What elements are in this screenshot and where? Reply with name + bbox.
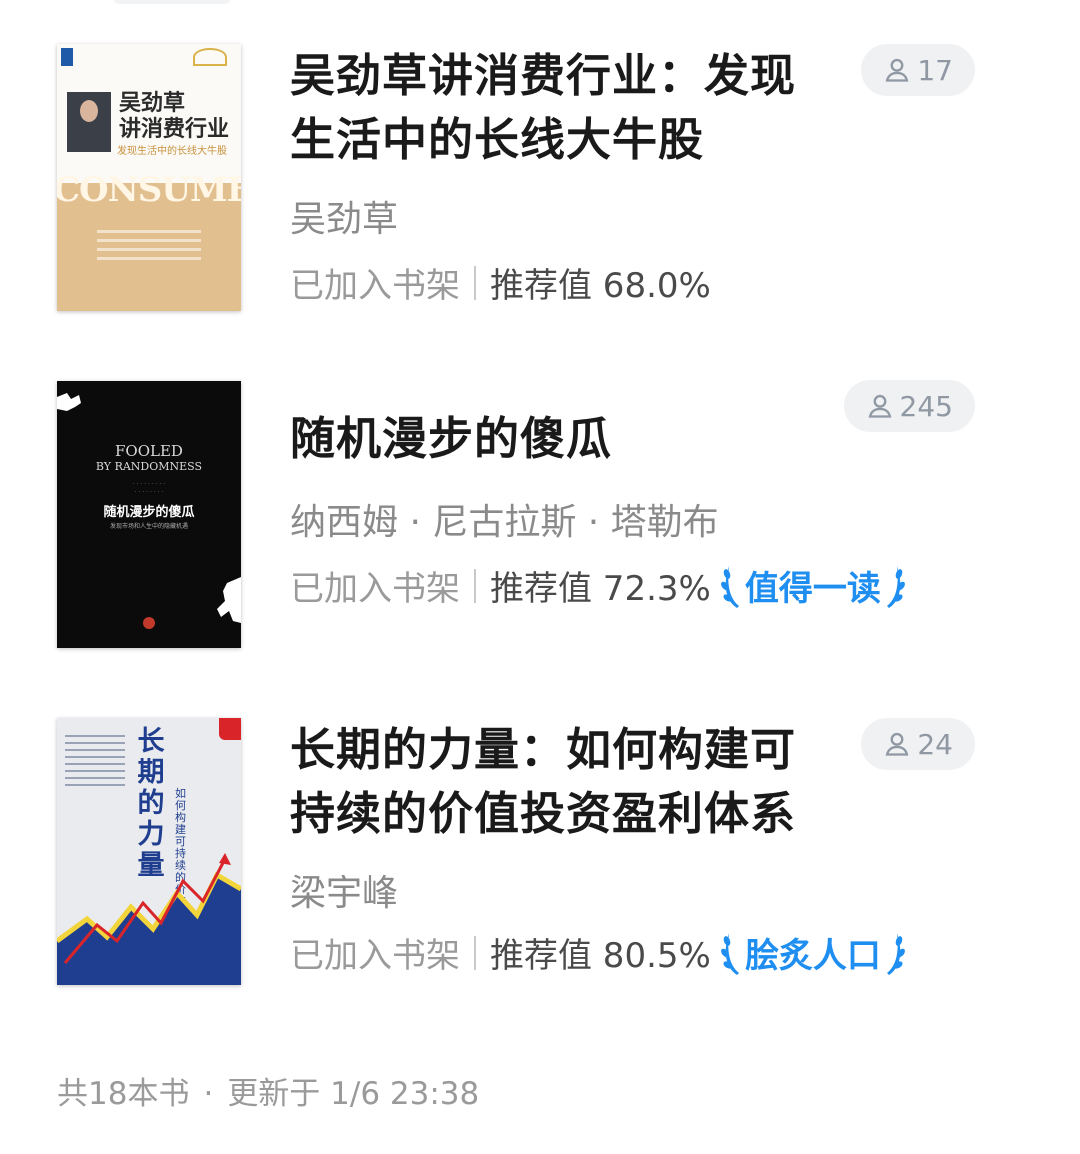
- book-meta: 已加入书架 推荐值 72.3% 值得一读: [290, 561, 907, 610]
- cover-title: 随机漫步的傻瓜: [103, 505, 195, 520]
- book-item[interactable]: FOOLED BY RANDOMNESS · · · · · · · · · · …: [0, 380, 1080, 671]
- author-photo: [67, 92, 111, 152]
- readers-count: 24: [917, 727, 953, 761]
- cover-text-block: [65, 730, 125, 791]
- divider: [474, 265, 476, 300]
- shelf-status: 已加入书架: [290, 266, 460, 306]
- recommend-value: 推荐值 68.0%: [490, 266, 711, 306]
- reading-badge[interactable]: 值得一读: [719, 561, 907, 610]
- person-icon: [885, 732, 909, 756]
- separator-dot: ·: [203, 1076, 214, 1112]
- cat-silhouette-icon: [57, 393, 81, 411]
- shelf-status: 已加入书架: [290, 936, 460, 976]
- book-author: 吴劲草: [290, 199, 399, 240]
- book-cover[interactable]: FOOLED BY RANDOMNESS · · · · · · · · · · …: [57, 381, 241, 648]
- update-time: 更新于 1/6 23:38: [227, 1076, 480, 1112]
- cover-english-title: FOOLED BY RANDOMNESS: [95, 442, 203, 473]
- book-item[interactable]: 长期的力量 如何构建可持续的价值投资盈利体系 长期的力量：如何构建可 持续的价值…: [0, 718, 1080, 1008]
- book-author: 纳西姆 · 尼古拉斯 · 塔勒布: [290, 502, 719, 543]
- readers-pill[interactable]: 24: [861, 718, 975, 770]
- readers-count: 17: [917, 53, 953, 87]
- cover-chart-art: [57, 853, 241, 985]
- book-cover[interactable]: 长期的力量 如何构建可持续的价值投资盈利体系: [57, 718, 241, 985]
- readers-pill[interactable]: 245: [843, 380, 975, 432]
- book-title[interactable]: 随机漫步的傻瓜: [290, 407, 830, 471]
- publisher-logo: [61, 48, 73, 66]
- book-author: 梁宇峰: [290, 873, 399, 914]
- cat-silhouette-icon: [217, 577, 241, 623]
- laurel-left-icon: [720, 932, 739, 975]
- readers-pill[interactable]: 17: [861, 44, 975, 96]
- divider: [474, 568, 476, 603]
- book-item[interactable]: 吴劲草 讲消费行业 发现生活中的长线大牛股 CONSUMER 吴劲草讲消费行业：…: [0, 44, 1080, 334]
- award-emblem: [193, 48, 227, 66]
- readers-count: 245: [899, 389, 953, 423]
- shelf-status: 已加入书架: [290, 569, 460, 609]
- book-cover[interactable]: 吴劲草 讲消费行业 发现生活中的长线大牛股 CONSUMER: [57, 44, 241, 311]
- cover-text-block: [57, 224, 241, 260]
- cover-title: 吴劲草 讲消费行业: [119, 90, 230, 142]
- recommend-value: 推荐值 72.3%: [490, 569, 711, 609]
- laurel-left-icon: [720, 565, 739, 608]
- publisher-seal: [143, 617, 155, 629]
- badge-label: 值得一读: [744, 569, 881, 609]
- cover-corner-tag: [219, 718, 241, 740]
- reading-badge[interactable]: 脍炙人口: [719, 928, 907, 977]
- laurel-right-icon: [886, 565, 905, 608]
- person-icon: [885, 58, 909, 82]
- recommend-value: 推荐值 80.5%: [490, 936, 711, 976]
- badge-label: 脍炙人口: [744, 936, 881, 976]
- cover-subtitle: 发现市场和人生中的隐藏机遇: [109, 523, 188, 530]
- book-count: 共18本书: [57, 1076, 190, 1112]
- divider: [474, 935, 476, 970]
- previous-item-edge: [112, 0, 232, 4]
- laurel-right-icon: [886, 932, 905, 975]
- book-meta: 已加入书架 推荐值 80.5% 脍炙人口: [290, 928, 907, 977]
- book-title[interactable]: 长期的力量：如何构建可 持续的价值投资盈利体系: [290, 718, 830, 846]
- cover-word: CONSUMER: [57, 170, 241, 210]
- book-title[interactable]: 吴劲草讲消费行业：发现 生活中的长线大牛股: [290, 44, 830, 172]
- list-footer: 共18本书 · 更新于 1/6 23:38: [57, 1068, 479, 1113]
- book-meta: 已加入书架 推荐值 68.0%: [290, 258, 711, 307]
- cover-english-subtitle: · · · · · · · · · · · · · · · · ·: [132, 481, 166, 496]
- cover-subtitle: 发现生活中的长线大牛股: [117, 146, 227, 157]
- person-icon: [868, 394, 891, 418]
